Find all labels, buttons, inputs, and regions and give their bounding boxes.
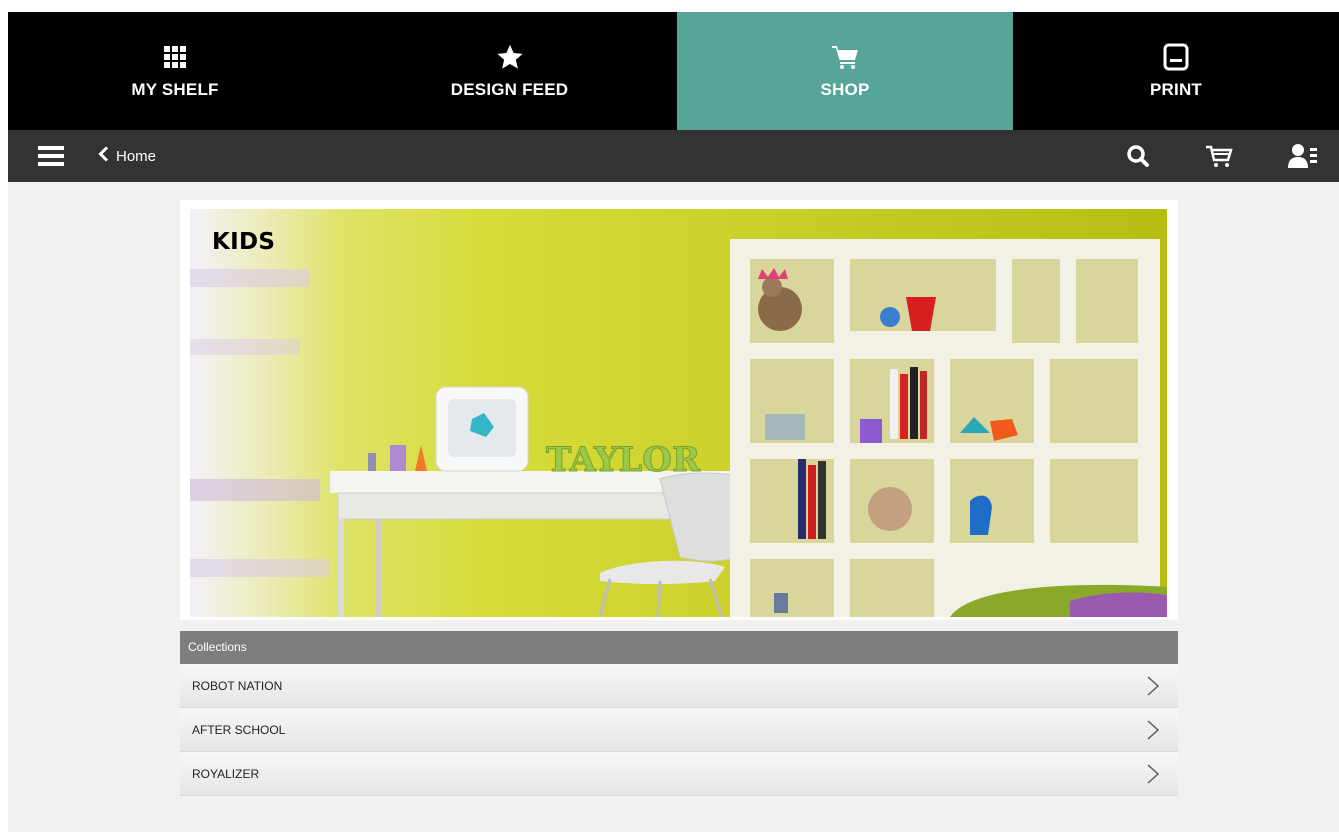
hero-title: KIDS xyxy=(212,229,276,255)
grid-icon xyxy=(158,42,192,72)
search-icon[interactable] xyxy=(1124,142,1154,170)
tab-my-shelf[interactable]: MY SHELF xyxy=(8,12,342,130)
navigation-bar: Home xyxy=(8,130,1339,182)
collection-item-label: AFTER SCHOOL xyxy=(192,723,286,737)
collection-item-label: ROYALIZER xyxy=(192,767,260,781)
collection-item-after-school[interactable]: AFTER SCHOOL xyxy=(180,708,1178,752)
hero-sign-text: TAYLOR xyxy=(546,440,701,480)
star-icon xyxy=(493,42,527,72)
collection-item-royalizer[interactable]: ROYALIZER xyxy=(180,752,1178,796)
tab-print[interactable]: PRINT xyxy=(1013,12,1339,130)
top-tab-bar: MY SHELF DESIGN FEED SHOP PRINT xyxy=(8,12,1339,130)
account-icon[interactable] xyxy=(1288,142,1318,170)
collection-item-robot-nation[interactable]: ROBOT NATION xyxy=(180,664,1178,708)
hero-banner-image[interactable]: TAYLOR KIDS xyxy=(190,209,1167,617)
kids-room-illustration: TAYLOR xyxy=(190,209,1167,617)
app-frame: MY SHELF DESIGN FEED SHOP PRINT Home TAY… xyxy=(8,12,1339,832)
collection-item-label: ROBOT NATION xyxy=(192,679,283,693)
back-link-label: Home xyxy=(116,147,157,165)
chevron-right-icon xyxy=(1146,720,1160,740)
back-chevron-icon xyxy=(98,145,110,167)
hero-banner-frame: TAYLOR KIDS xyxy=(180,200,1178,620)
cart-icon[interactable] xyxy=(1204,142,1234,170)
tab-design-feed[interactable]: DESIGN FEED xyxy=(342,12,677,130)
tab-label: SHOP xyxy=(820,80,870,99)
collections-header: Collections xyxy=(180,631,1178,664)
tab-label: DESIGN FEED xyxy=(450,80,569,99)
category-card: TAYLOR KIDS Collections ROBOT NATION AFT… xyxy=(180,200,1178,798)
tab-label: MY SHELF xyxy=(131,80,219,99)
cart-icon xyxy=(828,42,862,72)
hamburger-menu-icon[interactable] xyxy=(36,142,66,170)
printer-icon xyxy=(1159,42,1193,72)
chevron-right-icon xyxy=(1146,764,1160,784)
tab-shop[interactable]: SHOP xyxy=(677,12,1013,130)
back-home-link[interactable]: Home xyxy=(98,144,156,168)
tab-label: PRINT xyxy=(1150,80,1202,99)
chevron-right-icon xyxy=(1146,676,1160,696)
